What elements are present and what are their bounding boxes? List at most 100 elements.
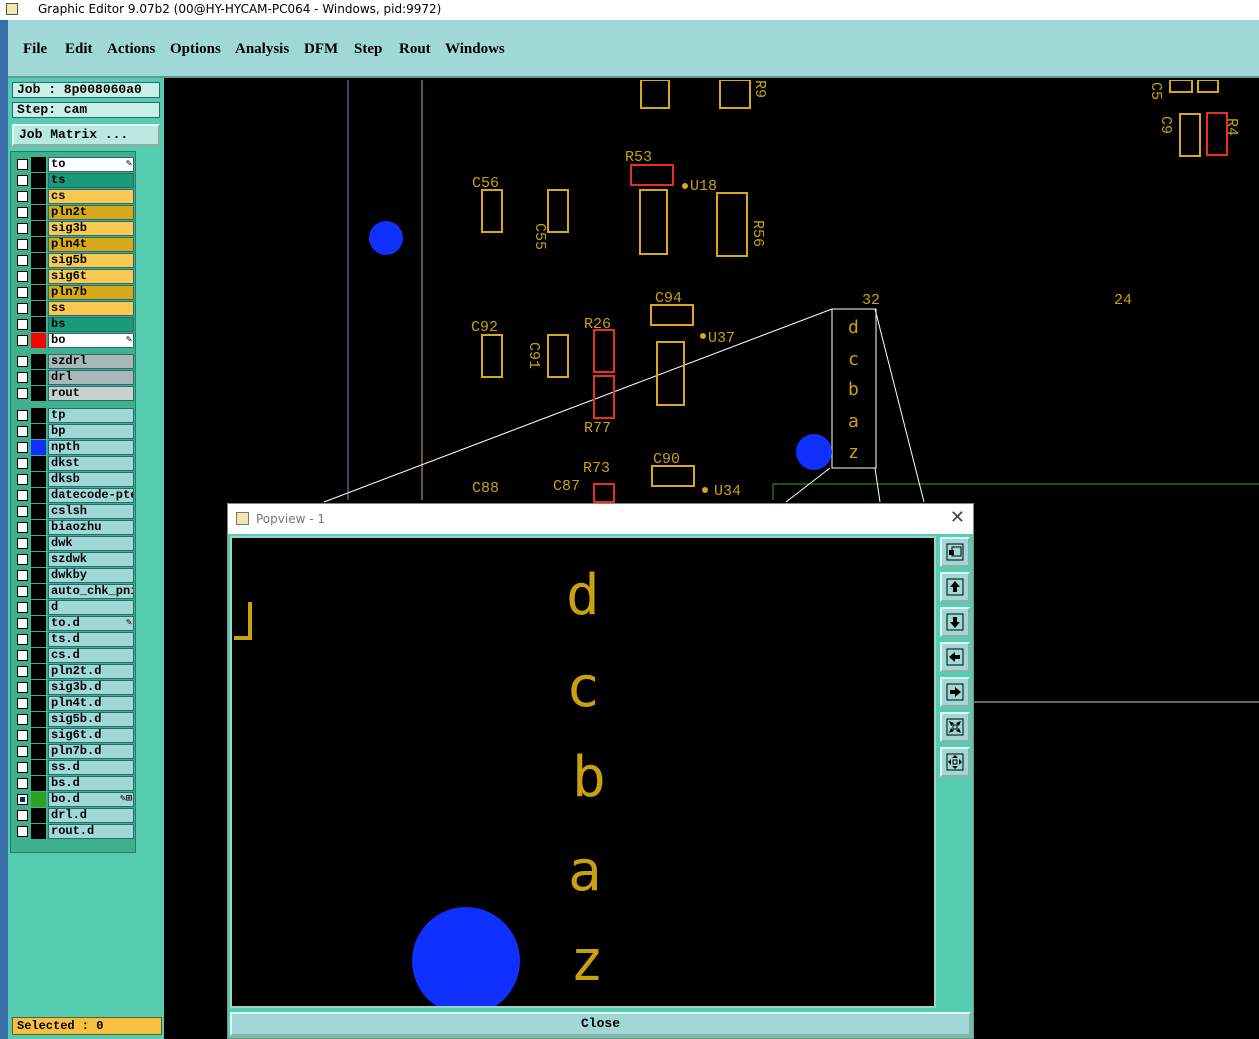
layer-row-dwkby[interactable]: dwkby bbox=[15, 568, 134, 583]
layer-name[interactable]: sig5b bbox=[48, 253, 134, 268]
layer-row-sig6t.d[interactable]: sig6t.d bbox=[15, 728, 134, 743]
layer-color-swatch[interactable] bbox=[31, 456, 46, 471]
layer-row-pln7b.d[interactable]: pln7b.d bbox=[15, 744, 134, 759]
layer-checkbox[interactable] bbox=[17, 490, 28, 501]
layer-color-swatch[interactable] bbox=[31, 354, 46, 369]
layer-name[interactable]: ts.d bbox=[48, 632, 134, 647]
layer-checkbox[interactable] bbox=[17, 618, 28, 629]
layer-name[interactable]: pln7b.d bbox=[48, 744, 134, 759]
layer-color-swatch[interactable] bbox=[31, 728, 46, 743]
layer-color-swatch[interactable] bbox=[31, 600, 46, 615]
layer-checkbox[interactable] bbox=[17, 271, 28, 282]
popview-canvas[interactable]: d c b a z bbox=[230, 536, 936, 1008]
layer-row-sig3b[interactable]: sig3b bbox=[15, 221, 134, 236]
layer-row-rout[interactable]: rout bbox=[15, 386, 134, 401]
layer-row-szdrl[interactable]: szdrl bbox=[15, 354, 134, 369]
layer-name[interactable]: sig5b.d bbox=[48, 712, 134, 727]
layer-checkbox[interactable] bbox=[17, 666, 28, 677]
layer-color-swatch[interactable] bbox=[31, 584, 46, 599]
layer-color-swatch[interactable] bbox=[31, 237, 46, 252]
menu-dfm[interactable]: DFM bbox=[304, 41, 338, 58]
layer-checkbox[interactable] bbox=[17, 650, 28, 661]
layer-row-bp[interactable]: bp bbox=[15, 424, 134, 439]
layer-name[interactable]: pln7b bbox=[48, 285, 134, 300]
layer-color-swatch[interactable] bbox=[31, 472, 46, 487]
layer-name[interactable]: to.d ✎ bbox=[48, 616, 134, 631]
layer-row-bs[interactable]: bs bbox=[15, 317, 134, 332]
layer-name[interactable]: bo ✎ bbox=[48, 333, 134, 348]
layer-checkbox[interactable] bbox=[17, 191, 28, 202]
layer-checkbox[interactable] bbox=[17, 255, 28, 266]
layer-color-swatch[interactable] bbox=[31, 189, 46, 204]
layer-color-swatch[interactable] bbox=[31, 696, 46, 711]
layer-checkbox[interactable] bbox=[17, 410, 28, 421]
layer-color-swatch[interactable] bbox=[31, 664, 46, 679]
layer-color-swatch[interactable] bbox=[31, 568, 46, 583]
popview-close-x-icon[interactable]: ✕ bbox=[950, 507, 965, 528]
layer-checkbox[interactable] bbox=[17, 826, 28, 837]
pan-left-icon[interactable] bbox=[940, 642, 970, 672]
layer-checkbox[interactable] bbox=[17, 303, 28, 314]
pan-right-icon[interactable] bbox=[940, 677, 970, 707]
layer-color-swatch[interactable] bbox=[31, 285, 46, 300]
pan-up-icon[interactable] bbox=[940, 572, 970, 602]
layer-color-swatch[interactable] bbox=[31, 824, 46, 839]
layer-name[interactable]: npth bbox=[48, 440, 134, 455]
layer-name[interactable]: tp bbox=[48, 408, 134, 423]
layer-checkbox[interactable] bbox=[17, 474, 28, 485]
layer-name[interactable]: sig6t.d bbox=[48, 728, 134, 743]
layer-color-swatch[interactable] bbox=[31, 370, 46, 385]
layer-row-szdwk[interactable]: szdwk bbox=[15, 552, 134, 567]
layer-name[interactable]: rout bbox=[48, 386, 134, 401]
popview-close-button[interactable]: Close bbox=[230, 1012, 971, 1036]
layer-color-swatch[interactable] bbox=[31, 616, 46, 631]
layer-checkbox[interactable] bbox=[17, 175, 28, 186]
layer-row-pln4t[interactable]: pln4t bbox=[15, 237, 134, 252]
layer-name[interactable]: szdrl bbox=[48, 354, 134, 369]
layer-color-swatch[interactable] bbox=[31, 520, 46, 535]
layer-row-pln4t.d[interactable]: pln4t.d bbox=[15, 696, 134, 711]
layer-row-to[interactable]: to ✎ bbox=[15, 157, 134, 172]
layer-checkbox[interactable] bbox=[17, 239, 28, 250]
layer-name[interactable]: drl bbox=[48, 370, 134, 385]
layer-checkbox[interactable] bbox=[17, 810, 28, 821]
layer-checkbox[interactable] bbox=[17, 602, 28, 613]
layer-checkbox[interactable] bbox=[17, 538, 28, 549]
layer-row-rout.d[interactable]: rout.d bbox=[15, 824, 134, 839]
layer-checkbox[interactable] bbox=[17, 714, 28, 725]
layer-row-sig3b.d[interactable]: sig3b.d bbox=[15, 680, 134, 695]
layer-checkbox[interactable] bbox=[17, 778, 28, 789]
layer-name[interactable]: dwk bbox=[48, 536, 134, 551]
layer-name[interactable]: d bbox=[48, 600, 134, 615]
layer-checkbox[interactable] bbox=[17, 458, 28, 469]
layer-color-swatch[interactable] bbox=[31, 744, 46, 759]
layer-color-swatch[interactable] bbox=[31, 317, 46, 332]
layer-row-ss.d[interactable]: ss.d bbox=[15, 760, 134, 775]
layer-color-swatch[interactable] bbox=[31, 269, 46, 284]
layer-name[interactable]: dksb bbox=[48, 472, 134, 487]
layer-checkbox[interactable] bbox=[17, 522, 28, 533]
layer-row-to.d[interactable]: to.d ✎ bbox=[15, 616, 134, 631]
layer-row-sig5b[interactable]: sig5b bbox=[15, 253, 134, 268]
layer-row-sig5b.d[interactable]: sig5b.d bbox=[15, 712, 134, 727]
layer-row-dwk[interactable]: dwk bbox=[15, 536, 134, 551]
layer-name[interactable]: sig3b bbox=[48, 221, 134, 236]
layer-name[interactable]: ss bbox=[48, 301, 134, 316]
layer-name[interactable]: bs.d bbox=[48, 776, 134, 791]
layer-color-swatch[interactable] bbox=[31, 760, 46, 775]
layer-row-biaozhu[interactable]: biaozhu bbox=[15, 520, 134, 535]
layer-name[interactable]: to ✎ bbox=[48, 157, 134, 172]
layer-color-swatch[interactable] bbox=[31, 632, 46, 647]
layer-color-swatch[interactable] bbox=[31, 792, 46, 807]
layer-row-ts[interactable]: ts bbox=[15, 173, 134, 188]
layer-row-dksb[interactable]: dksb bbox=[15, 472, 134, 487]
layer-name[interactable]: pln2t.d bbox=[48, 664, 134, 679]
layer-name[interactable]: pln4t.d bbox=[48, 696, 134, 711]
layer-color-swatch[interactable] bbox=[31, 680, 46, 695]
layer-checkbox[interactable] bbox=[17, 554, 28, 565]
layer-checkbox[interactable] bbox=[17, 388, 28, 399]
layer-row-drl.d[interactable]: drl.d bbox=[15, 808, 134, 823]
layer-row-pln7b[interactable]: pln7b bbox=[15, 285, 134, 300]
layer-row-bo.d[interactable]: bo.d ✎⊞ bbox=[15, 792, 134, 807]
layer-row-cslsh[interactable]: cslsh bbox=[15, 504, 134, 519]
